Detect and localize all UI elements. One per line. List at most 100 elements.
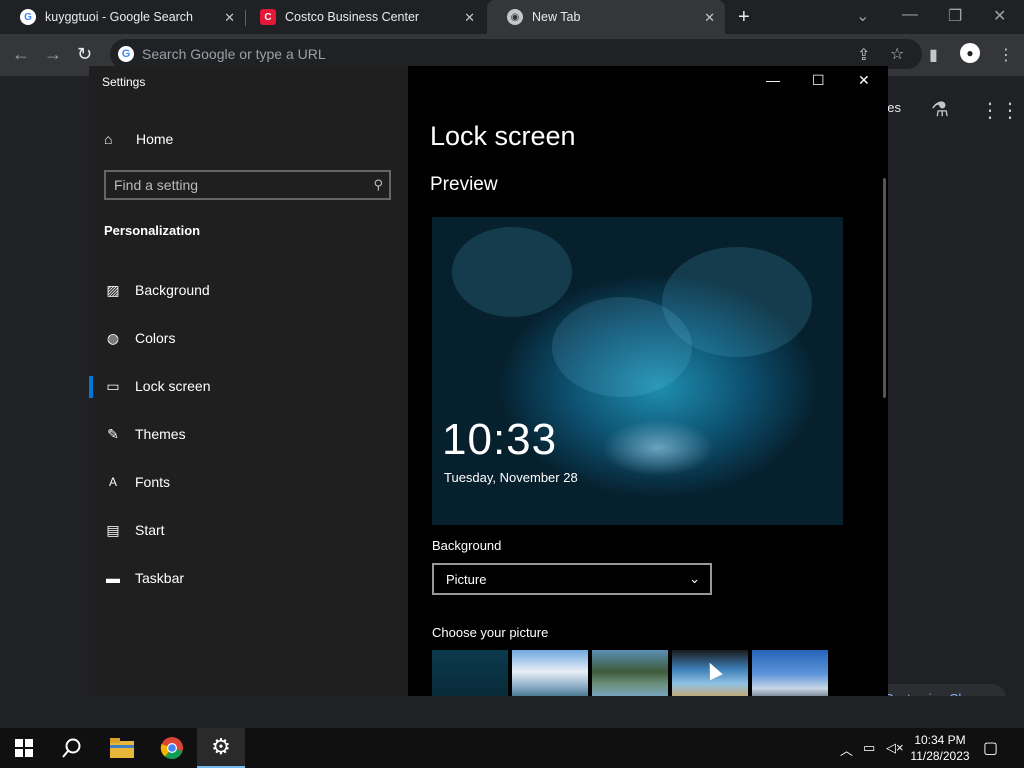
tab-costco[interactable]: C Costco Business Center ✕	[240, 0, 485, 34]
chevron-down-icon: ⌄	[689, 571, 700, 586]
window-title: Settings	[102, 75, 146, 89]
restore-icon[interactable]: ❐	[948, 6, 962, 26]
close-window-icon[interactable]: ✕	[993, 6, 1006, 26]
lock-screen-preview: 10:33 Tuesday, November 28	[432, 217, 843, 525]
sidebar-item-fonts[interactable]: A Fonts	[89, 462, 408, 502]
settings-content: — ☐ ✕ Lock screen Preview 10:33 Tuesday,…	[408, 66, 888, 696]
windows-taskbar: ⚙ ︿ ▭ ◁× 10:34 PM 11/28/2023 ▢	[0, 728, 1024, 768]
sidebar-item-start[interactable]: ▤ Start	[89, 510, 408, 550]
thumbnail-clouds[interactable]	[512, 650, 588, 696]
home-nav-item[interactable]: ⌂ Home	[104, 129, 173, 149]
sidebar-item-label: Themes	[135, 426, 186, 442]
find-setting-search[interactable]: ⚲	[104, 170, 391, 200]
sidebar-item-label: Colors	[135, 330, 176, 346]
settings-sidebar: Settings ⌂ Home ⚲ Personalization ▨ Back…	[89, 66, 408, 696]
search-icon	[62, 738, 81, 758]
chevron-up-icon[interactable]: ︿	[840, 740, 853, 759]
thumbnail-ice-cave[interactable]	[432, 650, 508, 696]
windows-logo-icon	[15, 739, 33, 757]
home-label: Home	[136, 131, 174, 147]
costco-icon: C	[260, 9, 276, 25]
sidebar-item-background[interactable]: ▨ Background	[89, 270, 408, 310]
omnibox-placeholder: Search Google or type a URL	[142, 46, 326, 62]
preview-time: 10:33	[442, 415, 558, 464]
clock[interactable]: 10:34 PM 11/28/2023	[905, 732, 975, 764]
themes-icon: ✎	[107, 425, 119, 442]
sidebar-item-themes[interactable]: ✎ Themes	[89, 414, 408, 454]
thumbnail-blue-sky[interactable]	[752, 650, 828, 696]
picture-icon: ▨	[106, 281, 120, 298]
fonts-icon: A	[108, 475, 117, 489]
search-input[interactable]	[114, 177, 364, 193]
section-title: Personalization	[104, 223, 201, 238]
choose-picture-label: Choose your picture	[432, 625, 549, 640]
sidebar-item-taskbar[interactable]: ▬ Taskbar	[89, 558, 408, 598]
reload-icon[interactable]: ↻	[77, 44, 92, 65]
taskbar-icon: ▬	[106, 570, 120, 586]
start-icon: ▤	[106, 521, 120, 538]
background-dropdown[interactable]: Picture ⌄	[432, 563, 712, 595]
preview-heading: Preview	[430, 174, 498, 195]
tab-search-icon[interactable]: ⌄	[856, 6, 869, 26]
close-tab-icon[interactable]: ✕	[224, 10, 235, 26]
start-button[interactable]	[0, 728, 48, 768]
picture-thumbnails	[432, 650, 832, 696]
page-title: Lock screen	[430, 121, 576, 151]
close-tab-icon[interactable]: ✕	[464, 10, 475, 26]
browser-page-strip	[0, 696, 1024, 728]
sidebar-item-label: Start	[135, 522, 165, 538]
maximize-icon[interactable]: ☐	[812, 72, 825, 89]
network-icon[interactable]: ▭	[863, 740, 875, 756]
settings-taskbar-button[interactable]: ⚙	[197, 728, 245, 768]
scrollbar[interactable]	[883, 178, 886, 398]
close-tab-icon[interactable]: ✕	[704, 10, 715, 26]
tab-new-tab[interactable]: ◉ New Tab ✕	[487, 0, 725, 34]
sidebar-item-colors[interactable]: ◍ Colors	[89, 318, 408, 358]
google-g-icon: G	[118, 46, 134, 62]
clock-time: 10:34 PM	[914, 733, 966, 747]
share-icon[interactable]: ⇪	[857, 45, 870, 65]
search-button[interactable]	[48, 728, 96, 768]
preview-date: Tuesday, November 28	[444, 470, 578, 485]
tab-google-search[interactable]: G kuyggtuoi - Google Search ✕	[0, 0, 245, 34]
tab-title: New Tab	[532, 10, 581, 24]
minimize-icon[interactable]: —	[766, 72, 780, 88]
google-g-icon: G	[20, 9, 36, 25]
sidebar-item-label: Fonts	[135, 474, 171, 490]
profile-avatar-icon[interactable]: ●	[960, 43, 980, 63]
file-explorer-button[interactable]	[98, 728, 146, 768]
minimize-icon[interactable]: —	[902, 6, 918, 24]
sidebar-item-label: Lock screen	[135, 378, 211, 394]
chrome-icon: ◉	[507, 9, 523, 25]
sidebar-item-label: Taskbar	[135, 570, 185, 586]
settings-window: Settings ⌂ Home ⚲ Personalization ▨ Back…	[89, 66, 888, 696]
dropdown-value: Picture	[446, 571, 487, 587]
tab-title: Costco Business Center	[285, 10, 420, 24]
lock-screen-icon: ▭	[106, 377, 120, 394]
palette-icon: ◍	[106, 329, 120, 346]
bookmark-star-icon[interactable]: ☆	[890, 44, 904, 64]
labs-flask-icon[interactable]: ⚗	[931, 97, 949, 122]
menu-kebab-icon[interactable]: ⋮	[998, 45, 1014, 65]
volume-muted-icon[interactable]: ◁×	[886, 740, 904, 756]
thumbnail-mountain-lake[interactable]	[592, 650, 668, 696]
notification-icon[interactable]: ▢	[983, 738, 998, 758]
sidebar-item-lock-screen[interactable]: ▭ Lock screen	[89, 366, 408, 406]
omnibox[interactable]: G Search Google or type a URL ⇪ ☆	[110, 39, 922, 69]
tab-title: kuyggtuoi - Google Search	[45, 10, 194, 24]
ice-texture	[552, 297, 692, 397]
search-icon[interactable]: ⚲	[373, 177, 383, 193]
gear-icon: ⚙	[211, 734, 231, 759]
home-icon: ⌂	[104, 131, 113, 147]
side-panel-icon[interactable]: ▮	[929, 45, 938, 65]
forward-icon[interactable]: →	[44, 44, 62, 65]
clock-date: 11/28/2023	[910, 749, 970, 763]
chrome-taskbar-button[interactable]	[148, 728, 196, 768]
back-icon[interactable]: ←	[12, 44, 30, 65]
chrome-icon	[160, 737, 183, 759]
sidebar-item-label: Background	[135, 282, 210, 298]
apps-grid-icon[interactable]: ⋮⋮⋮	[980, 98, 1024, 123]
new-tab-button[interactable]: +	[738, 6, 750, 29]
close-icon[interactable]: ✕	[858, 72, 870, 89]
tab-strip: G kuyggtuoi - Google Search ✕ C Costco B…	[0, 0, 1024, 34]
